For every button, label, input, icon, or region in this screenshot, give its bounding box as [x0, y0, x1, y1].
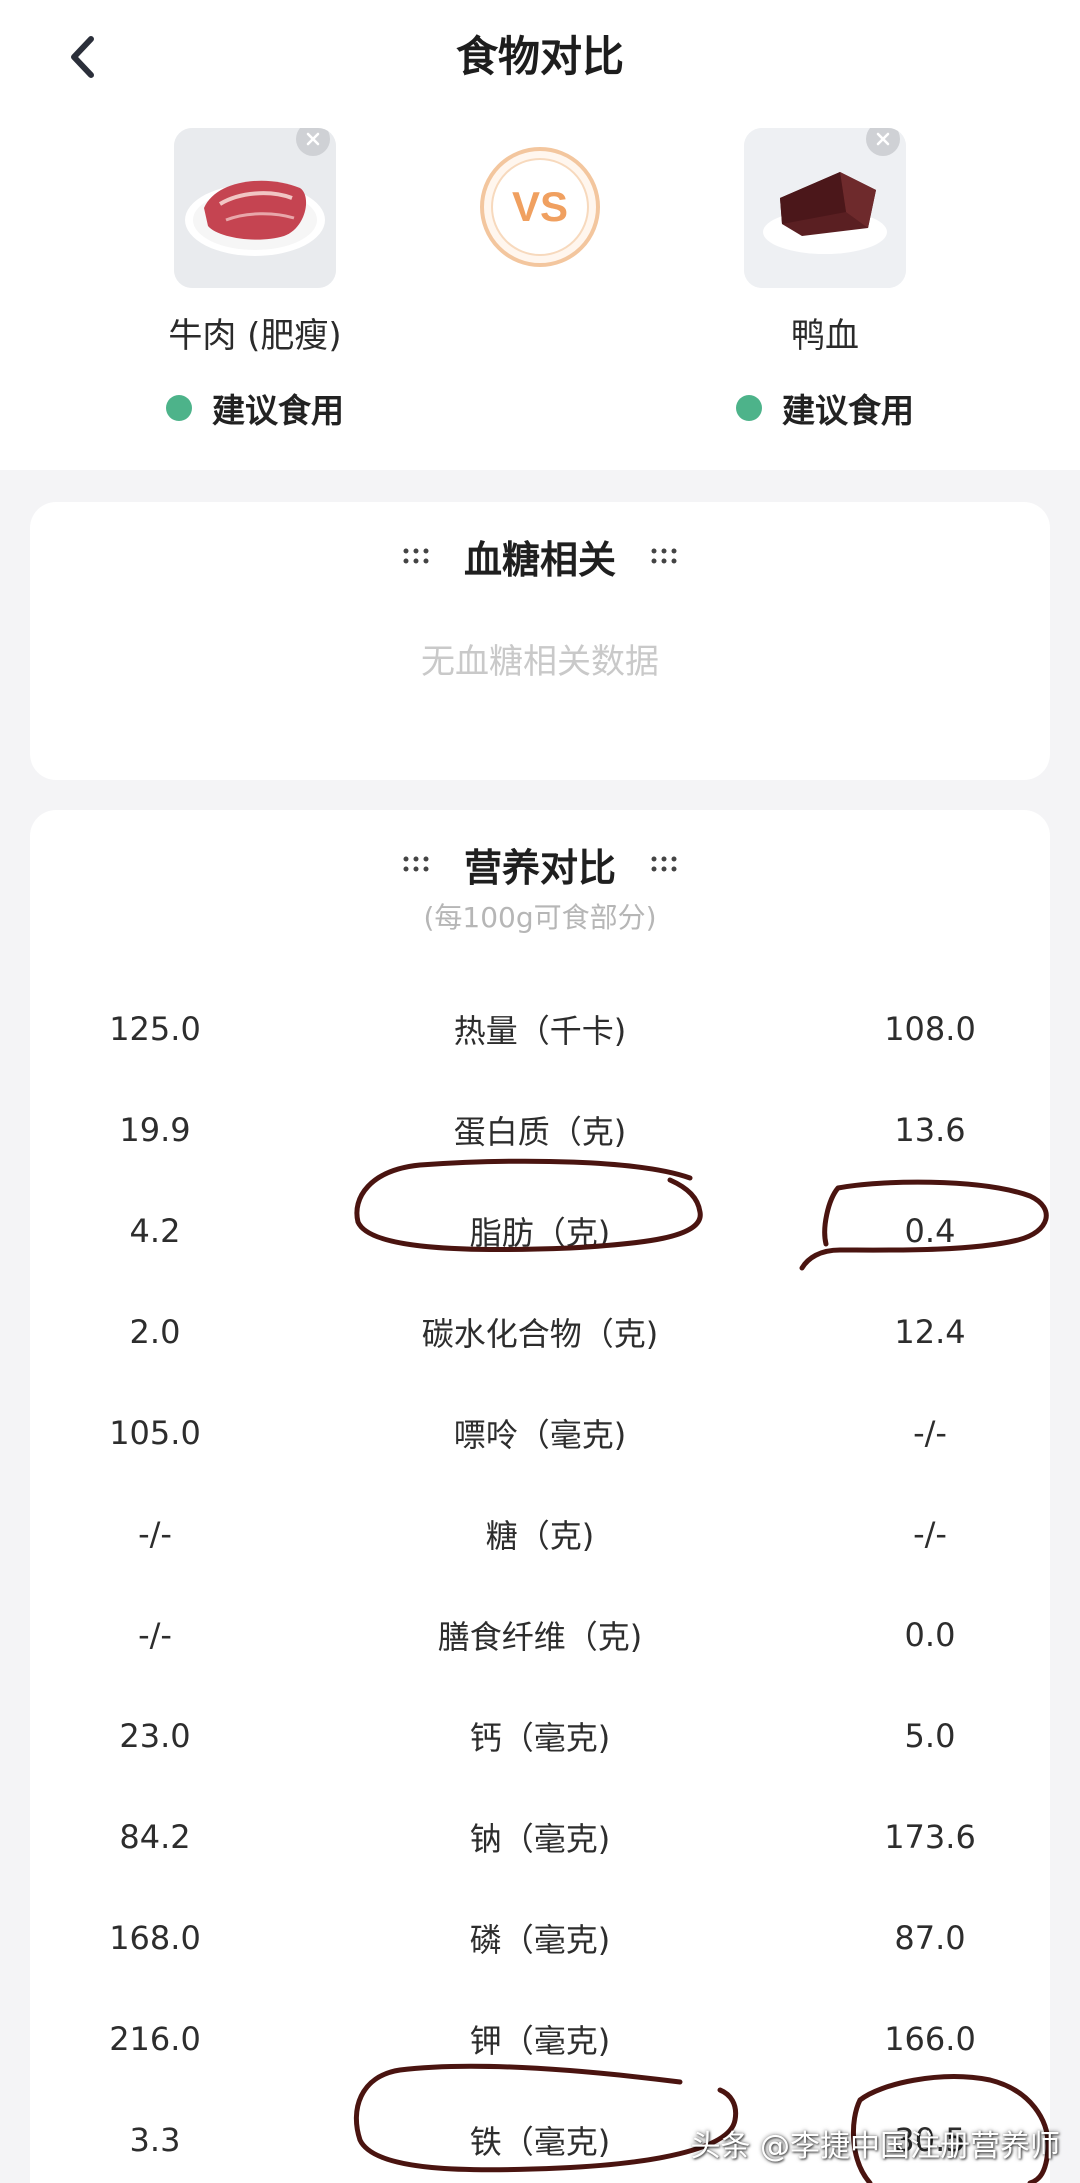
- watermark-text: 头条 @李捷中国注册营养师: [690, 2129, 1060, 2164]
- value-left: 105.0: [109, 1413, 201, 1452]
- nutrient-name: 碳水化合物（克): [421, 1314, 659, 1353]
- nutrient-name: 嘌呤（毫克): [453, 1415, 627, 1454]
- food-name-right: 鸭血: [791, 316, 859, 356]
- status-dot-icon: [736, 395, 762, 421]
- table-row: 125.0 热量（千卡) 108.0: [30, 978, 1050, 1079]
- nutrient-name: 糖（克): [485, 1516, 595, 1555]
- value-right: 166.0: [884, 2019, 976, 2058]
- nutrient-name: 膳食纤维（克): [437, 1617, 643, 1656]
- nutrition-section-header: 营养对比: [30, 836, 1050, 892]
- value-left: 84.2: [119, 1817, 191, 1856]
- value-right: 12.4: [894, 1312, 966, 1351]
- dots-grid-icon: [651, 856, 677, 872]
- close-icon: [876, 132, 890, 146]
- nutrient-name: 蛋白质（克): [453, 1112, 627, 1151]
- nutrition-table: 125.0 热量（千卡) 108.0 19.9 蛋白质（克) 13.6 4.2 脂肪（克)…: [30, 978, 1050, 2183]
- nutrition-subtitle: (每100g可食部分): [423, 901, 657, 934]
- status-label: 建议食用: [782, 391, 914, 430]
- table-row: 105.0 嘌呤（毫克) -/-: [30, 1382, 1050, 1483]
- table-row: -/- 糖（克) -/-: [30, 1483, 1050, 1584]
- value-left: 168.0: [109, 1918, 201, 1957]
- table-row: 23.0 钙（毫克) 5.0: [30, 1685, 1050, 1786]
- dots-grid-icon: [403, 548, 429, 564]
- table-row: 4.2 脂肪（克) 0.4: [30, 1180, 1050, 1281]
- value-right: -/-: [913, 1514, 947, 1553]
- nutrient-name: 钠（毫克): [469, 1819, 611, 1858]
- header-panel: 食物对比 牛肉 (肥瘦) 建议食用 VS 鸭血 建议食用: [0, 0, 1080, 470]
- dots-grid-icon: [403, 856, 429, 872]
- nutrient-name: 钾（毫克): [469, 2021, 611, 2060]
- table-row: 216.0 钾（毫克) 166.0: [30, 1988, 1050, 2089]
- nutrition-section-title: 营养对比: [463, 845, 616, 890]
- value-right: 13.6: [894, 1110, 966, 1149]
- dots-grid-icon: [651, 548, 677, 564]
- food-card-left: 牛肉 (肥瘦) 建议食用: [130, 128, 380, 432]
- status-label: 建议食用: [212, 391, 344, 430]
- value-right: -/-: [913, 1413, 947, 1452]
- glucose-section-header: 血糖相关: [30, 528, 1050, 584]
- food-status-left: 建议食用: [130, 384, 380, 432]
- close-icon: [306, 132, 320, 146]
- food-image-beef[interactable]: [174, 128, 336, 288]
- nutrition-card: 营养对比 (每100g可食部分) 125.0 热量（千卡) 108.0 19.9 蛋白…: [30, 810, 1050, 2183]
- value-left: -/-: [138, 1615, 172, 1654]
- value-right: 0.4: [904, 1211, 956, 1250]
- nutrient-name: 热量（千卡): [453, 1011, 627, 1050]
- value-right: 87.0: [894, 1918, 966, 1957]
- page-title: 食物对比: [455, 32, 624, 81]
- value-right: 173.6: [884, 1817, 976, 1856]
- value-right: 108.0: [884, 1009, 976, 1048]
- nutrient-name: 磷（毫克): [469, 1920, 611, 1959]
- food-compare-page: 食物对比 牛肉 (肥瘦) 建议食用 VS 鸭血 建议食用 血糖相关 无血糖相关数…: [0, 0, 1080, 2183]
- vs-badge: VS: [480, 147, 600, 267]
- nutrient-name: 脂肪（克): [469, 1213, 611, 1252]
- glucose-section-title: 血糖相关: [463, 537, 616, 582]
- value-left: 4.2: [129, 1211, 181, 1250]
- value-left: 216.0: [109, 2019, 201, 2058]
- value-left: 23.0: [119, 1716, 191, 1755]
- table-row: 19.9 蛋白质（克) 13.6: [30, 1079, 1050, 1180]
- value-left: 125.0: [109, 1009, 201, 1048]
- table-row: 84.2 钠（毫克) 173.6: [30, 1786, 1050, 1887]
- food-card-right: 鸭血 建议食用: [700, 128, 950, 432]
- vs-text: VS: [512, 183, 568, 230]
- value-left: 19.9: [119, 1110, 191, 1149]
- glucose-card: 血糖相关 无血糖相关数据: [30, 502, 1050, 780]
- status-dot-icon: [166, 395, 192, 421]
- value-left: -/-: [138, 1514, 172, 1553]
- nutrient-name: 钙（毫克): [469, 1718, 611, 1757]
- value-right: 0.0: [904, 1615, 956, 1654]
- table-row: 2.0 碳水化合物（克) 12.4: [30, 1281, 1050, 1382]
- food-name-left: 牛肉 (肥瘦): [168, 316, 342, 356]
- value-right: 5.0: [904, 1716, 956, 1755]
- table-row: 168.0 磷（毫克) 87.0: [30, 1887, 1050, 1988]
- table-row: -/- 膳食纤维（克) 0.0: [30, 1584, 1050, 1685]
- food-status-right: 建议食用: [700, 384, 950, 432]
- glucose-empty-text: 无血糖相关数据: [421, 642, 659, 682]
- food-image-duck-blood[interactable]: [744, 128, 906, 288]
- value-left: 2.0: [129, 1312, 181, 1351]
- value-left: 3.3: [129, 2120, 181, 2159]
